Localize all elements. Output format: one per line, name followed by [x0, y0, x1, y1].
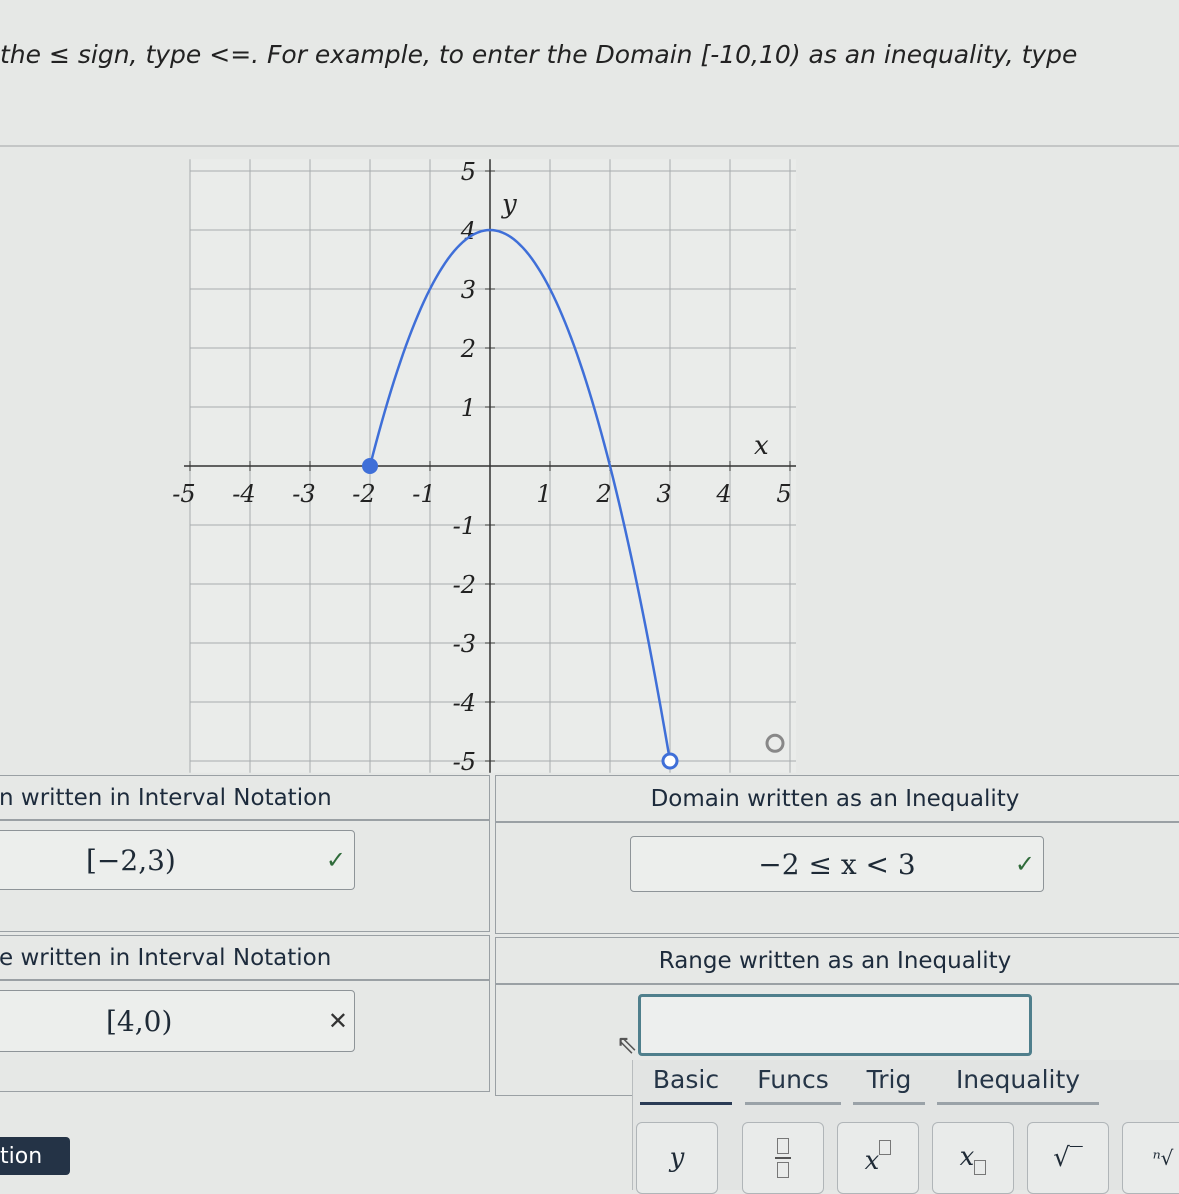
tab-funcs[interactable]: Funcs — [745, 1065, 841, 1105]
x-tick-label: 1 — [536, 480, 551, 508]
key-fraction[interactable] — [742, 1122, 824, 1194]
y-tick-label: -3 — [453, 630, 476, 658]
tab-trig[interactable]: Trig — [853, 1065, 925, 1105]
tab-basic[interactable]: Basic — [640, 1065, 732, 1105]
bottom-button[interactable]: tion — [0, 1137, 70, 1175]
x-tick-label: 4 — [715, 480, 731, 508]
key-y[interactable]: y — [636, 1122, 718, 1194]
y-axis-label: y — [501, 189, 517, 219]
y-tick-label: 1 — [461, 394, 476, 422]
y-tick-label: 5 — [461, 158, 476, 186]
x-tick-label: 3 — [656, 480, 671, 508]
correct-check-icon: ✓ — [325, 846, 346, 874]
y-tick-label: 2 — [460, 335, 476, 363]
domain-interval-input[interactable]: [−2,3) ✓ — [0, 830, 355, 890]
subscript-icon: x — [960, 1142, 987, 1175]
nth-root-icon: ⁿ√ — [1152, 1146, 1174, 1170]
incorrect-x-icon: ✕ — [327, 1007, 348, 1035]
tab-inequality[interactable]: Inequality — [937, 1065, 1099, 1105]
key-nth-root[interactable]: ⁿ√ — [1122, 1122, 1179, 1194]
key-subscript[interactable]: x — [932, 1122, 1014, 1194]
x-tick-label: -2 — [352, 480, 375, 508]
range-interval-value: [4,0) — [106, 1004, 173, 1038]
function-graph: -5 -4 -3 -2 -1 1 2 3 4 5 5 4 3 2 1 -1 -2 -3 -4 -5 x y — [172, 158, 796, 776]
domain-inequality-value: −2 ≤ x < 3 — [758, 847, 916, 881]
key-sqrt[interactable]: √‾ — [1027, 1122, 1109, 1194]
closed-endpoint — [362, 458, 378, 474]
divider — [0, 145, 1179, 147]
range-inequality-header: Range written as an Inequality — [495, 937, 1179, 984]
y-tick-label: -5 — [453, 748, 476, 776]
x-tick-label: -4 — [232, 480, 255, 508]
range-interval-header: e written in Interval Notation — [0, 935, 490, 980]
domain-interval-value: [−2,3) — [86, 843, 176, 877]
x-tick-label: 5 — [776, 480, 791, 508]
x-tick-label: -3 — [292, 480, 315, 508]
y-tick-label: -1 — [453, 512, 476, 540]
range-inequality-input[interactable] — [638, 994, 1032, 1056]
x-tick-label: -1 — [412, 480, 435, 508]
range-interval-input[interactable]: [4,0) ✕ — [0, 990, 355, 1052]
y-tick-label: 3 — [461, 276, 476, 304]
x-tick-label: 2 — [595, 480, 611, 508]
sqrt-icon: √‾ — [1053, 1143, 1083, 1173]
y-tick-label: -2 — [453, 571, 476, 599]
x-tick-label: -5 — [172, 480, 195, 508]
superscript-icon: x — [865, 1140, 892, 1176]
fraction-icon — [775, 1138, 791, 1178]
correct-check-icon: ✓ — [1014, 850, 1035, 878]
y-tick-label: -4 — [453, 689, 476, 717]
domain-interval-header: n written in Interval Notation — [0, 775, 490, 820]
y-tick-label: 4 — [460, 217, 476, 245]
x-axis-label: x — [754, 431, 769, 461]
instructions-text: the ≤ sign, type <=. For example, to ent… — [0, 40, 1078, 69]
open-endpoint — [661, 752, 679, 770]
domain-inequality-header: Domain written as an Inequality — [495, 775, 1179, 822]
mouse-cursor-icon: ⇖ — [616, 1030, 638, 1060]
domain-inequality-input[interactable]: −2 ≤ x < 3 ✓ — [630, 836, 1044, 892]
key-y-label: y — [669, 1143, 685, 1173]
key-superscript[interactable]: x — [837, 1122, 919, 1194]
